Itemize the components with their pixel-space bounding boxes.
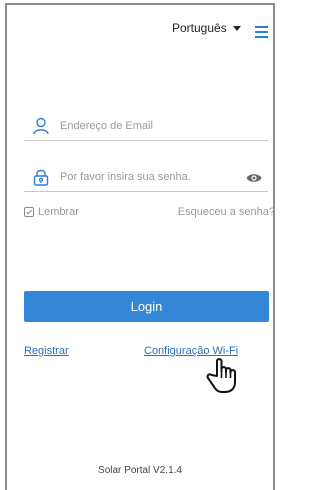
email-input[interactable] (60, 118, 250, 134)
hand-pointer-icon (206, 358, 236, 393)
email-field[interactable] (24, 112, 268, 141)
password-field[interactable] (24, 163, 268, 192)
version-label: Solar Portal V2.1.4 (98, 465, 182, 476)
frame-border-right (273, 3, 275, 490)
chevron-down-icon (232, 25, 241, 31)
login-button[interactable]: Login (24, 291, 269, 322)
forgot-password-link[interactable]: Esqueceu a senha? (178, 206, 275, 218)
remember-label: Lembrar (38, 206, 79, 218)
frame-border-left (5, 3, 7, 490)
frame-border-top (5, 3, 275, 5)
password-input[interactable] (60, 169, 250, 185)
login-screen: Português Le (0, 0, 280, 490)
checkbox-icon[interactable] (24, 207, 34, 217)
lock-icon (33, 169, 49, 186)
user-icon (33, 117, 49, 135)
remember-checkbox[interactable]: Lembrar (24, 206, 79, 218)
register-link[interactable]: Registrar (24, 345, 69, 357)
language-label: Português (172, 21, 227, 35)
language-selector[interactable]: Português (172, 21, 241, 35)
eye-icon[interactable] (246, 172, 262, 184)
hamburger-menu-icon[interactable] (255, 26, 268, 38)
